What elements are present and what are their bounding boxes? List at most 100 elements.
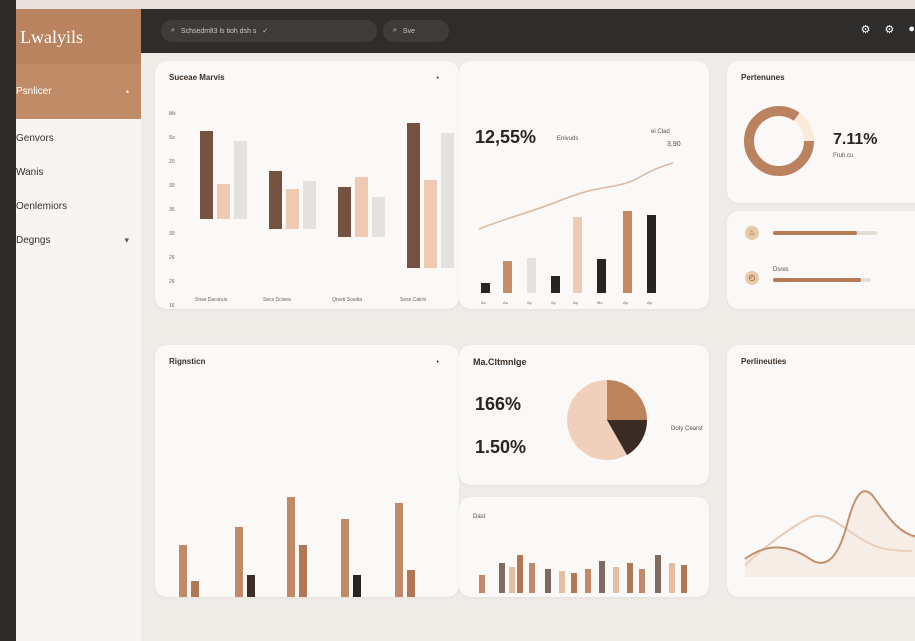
line-bar-chart: Au Au Sy Sy Ap Mo Ap Ap	[478, 162, 674, 305]
progress-track-1	[773, 231, 877, 235]
bars: S0dDasTeosDatsTees	[179, 497, 415, 597]
bars: Snse Dacsnus Secs Dcisea Qrseti Sosdia Sese…	[169, 111, 454, 309]
sidebar-item-2[interactable]: Genvors	[16, 121, 141, 155]
bar	[647, 215, 656, 293]
x-tick-label: Ap	[623, 300, 629, 305]
small-bar	[479, 575, 485, 593]
clock-icon: ◴	[745, 271, 759, 285]
y-tick-label: Ms	[169, 111, 176, 117]
y-tick-label: 36	[169, 207, 175, 213]
daily-card: Dast	[459, 497, 709, 597]
value-1: 166%	[475, 394, 522, 414]
small-bar	[599, 561, 605, 593]
y-tick-label: 30	[169, 183, 175, 189]
sidebar-nav: Psnlicer • Genvors Wanis Oenlemiors Degng…	[16, 64, 141, 257]
x-tick-label: Mo	[597, 300, 603, 305]
x-tick-label: Qrseti Sosdia	[332, 297, 362, 303]
sidebar: Lwalyils Psnlicer • Genvors Wanis Oenlemi…	[16, 9, 141, 641]
sidebar-item-label: Degngs	[16, 234, 51, 246]
x-tick-label: Ap	[573, 300, 579, 305]
value-2: 1.50%	[475, 437, 527, 457]
bar	[551, 276, 560, 293]
sidebar-item-4[interactable]: Oenlemiors	[16, 189, 141, 223]
circle-icon[interactable]: ●	[908, 23, 915, 36]
x-tick-label: Snse Dacsnus	[195, 297, 228, 303]
progress-track-2	[773, 278, 871, 282]
x-tick-label: Au	[503, 300, 508, 305]
bar-short	[191, 581, 199, 597]
bar-dark	[338, 187, 351, 237]
bar-light	[424, 180, 437, 268]
search-pill[interactable]: ⌕ Schsedmlt3 ls tioh dsh s ✓	[161, 20, 377, 42]
y-tick-label: Ss	[169, 135, 175, 141]
small-bar	[559, 571, 565, 593]
y-tick-label: 30	[169, 231, 175, 237]
filter-pill[interactable]: ⌕ Sve	[383, 20, 449, 42]
y-tick-label: 16	[169, 303, 175, 309]
small-bar	[499, 563, 505, 593]
bar-tall	[395, 503, 403, 597]
bar-dark	[269, 171, 282, 229]
small-bar	[627, 563, 633, 593]
bar	[503, 261, 512, 293]
bar-gray	[372, 197, 385, 237]
bar-tall	[341, 519, 349, 597]
progress-fill-1	[773, 231, 857, 235]
bar-short	[407, 570, 415, 597]
settings-icon[interactable]: ⚙	[884, 23, 894, 36]
gear-icon[interactable]: ⚙	[861, 23, 871, 36]
y-tick-label: 20	[169, 159, 175, 165]
bar-gray	[234, 141, 247, 219]
y-tick-label: 26	[169, 279, 175, 285]
filter-icon: ⌕	[393, 27, 397, 34]
top-strip	[16, 0, 915, 9]
sidebar-item-label: Genvors	[16, 132, 54, 144]
x-tick-label: Sese Cairm	[400, 297, 426, 303]
x-tick-label: Ap	[647, 300, 653, 305]
bar	[623, 211, 632, 293]
x-tick-label: Sy	[551, 300, 556, 305]
sidebar-item-3[interactable]: Wanis	[16, 155, 141, 189]
bar-dark	[200, 131, 213, 219]
top-bar: ⌕ Schsedmlt3 ls tioh dsh s ✓ ⌕ Sve ⚙ ⚙ ●	[141, 9, 915, 53]
progress-fill-2	[773, 278, 861, 282]
small-bar	[545, 569, 551, 593]
screen-frame: Lwalyils Psnlicer • Genvors Wanis Oenlemi…	[0, 0, 915, 641]
dashboard-app: Lwalyils Psnlicer • Genvors Wanis Oenlemi…	[16, 9, 915, 641]
top-icons: ⚙ ⚙ ●	[861, 23, 915, 36]
bar-gray	[441, 133, 454, 268]
progress-label: Dsres	[773, 267, 789, 273]
bar-gray	[303, 181, 316, 229]
card-title: Ma.Cltmnlge	[473, 357, 527, 367]
small-bar	[517, 555, 523, 593]
sidebar-item-5[interactable]: Degngs ▾	[16, 223, 141, 257]
success-metrics-card: Suceae Marvis • Snse Dacsnus Secs Dcisea Q…	[155, 61, 459, 309]
donut-chart	[744, 106, 814, 176]
small-bar	[585, 569, 591, 593]
bar-light	[355, 177, 368, 237]
small-bar	[509, 567, 515, 593]
performance-value: 7.11%	[833, 131, 878, 148]
growth-card: 12,55% Enivuds ei Clad 3,90 Au Au Sy Sy Ap Mo…	[459, 61, 709, 309]
small-bar	[669, 563, 675, 593]
small-bar-chart	[479, 555, 687, 593]
app-logo: Lwalyils	[16, 9, 141, 64]
pie-chart	[567, 380, 648, 460]
bar	[527, 258, 536, 293]
main-area: Suceae Marvis • Snse Dacsnus Secs Dcisea Q…	[141, 53, 915, 641]
x-tick-label: Secs Dcisea	[263, 297, 291, 303]
check-icon: ✓	[262, 28, 269, 35]
x-tick-label: Sy	[527, 300, 532, 305]
bar-dark	[407, 123, 420, 268]
performance-card: Pertenunes 7.11% Fruh.cu	[727, 61, 915, 203]
x-tick-label: Au	[481, 300, 486, 305]
bar-light	[286, 189, 299, 229]
line-chart	[744, 490, 915, 577]
bar-short	[353, 575, 361, 597]
bar-chart-2: S0dDasTeosDatsTees	[179, 497, 415, 597]
sidebar-item-1[interactable]: Psnlicer •	[16, 64, 141, 119]
pie-label: Doty Cearst	[671, 426, 703, 432]
bar-tall	[179, 545, 187, 597]
registration-card: Rignsticn • S0dDasTeosDatsTees	[155, 345, 459, 597]
bar	[481, 283, 490, 293]
